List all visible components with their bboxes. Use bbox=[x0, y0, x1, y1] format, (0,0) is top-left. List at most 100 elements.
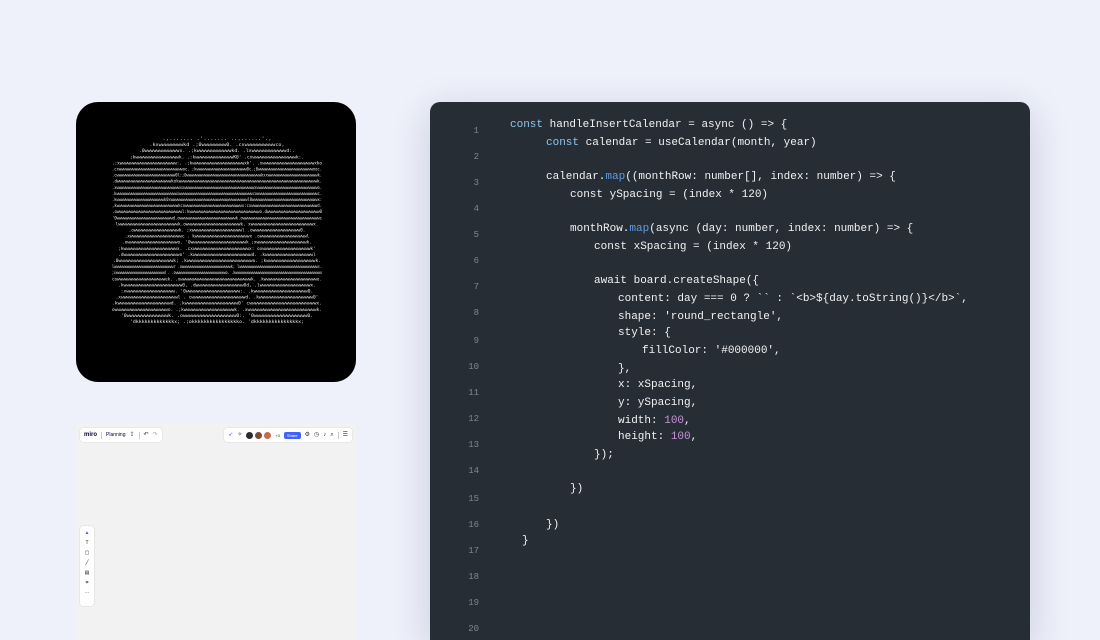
ascii-art-line: .cxwwwwwwwwwwwwwwwwwwwwwwwwwwwwoc. ;kwww… bbox=[112, 167, 322, 173]
ascii-art-line: 'dkkkkkkkkkkkkkx; .;okkkkkkkkkkkkkkkko. … bbox=[130, 319, 304, 325]
more-tools-icon[interactable]: ⋯ bbox=[85, 589, 90, 597]
ascii-art-line: .kwwwwwwwwwwwwwwwwwwwwwwwwwwwwxwwwwwwwww… bbox=[112, 191, 322, 197]
ascii-art-line: .kwwwwwwwwwwwwwwwwwwwwww0, .dwwwwwwwwwww… bbox=[118, 282, 316, 288]
ascii-art-line: '0wwwwwwwwwwwwwwwwwwwwwwwwd.owwwwwwwwwww… bbox=[112, 215, 322, 221]
ascii-art-line: .dwwwwwwwwwwwwwwwwwwwwwo' .kwwwwwwwwwwww… bbox=[118, 252, 316, 258]
code-line: shape: 'round_rectangle', bbox=[618, 311, 784, 323]
code-line: }) bbox=[570, 483, 584, 495]
code-method: map bbox=[629, 223, 650, 235]
ascii-art-image: .,....... .'....... ..,......'.,.kxwwwww… bbox=[112, 136, 322, 325]
miro-top-bar: miro Planning ⇪ ↶ ↷ ➶ ✧ +3 Share ⚙ ◷ ♪ ⌕… bbox=[80, 428, 352, 442]
search-icon[interactable]: ⌕ bbox=[330, 432, 333, 438]
ascii-art-line: lwwwwwwwwwwwwwwwwwwwwwwwwwwwwr .owwwwwww… bbox=[112, 264, 322, 270]
ascii-art-line: .owwwwwwwwwwwwwwwwwwwo. '0wwwwwwwwwwwwww… bbox=[122, 240, 312, 246]
ascii-art-line: owwwwwwwwwwwwwwwwwwwwo. .;kwwwwwwwwwwwww… bbox=[112, 307, 322, 313]
code-editor: 1 2 3 4 5 6 7 8 9 10 11 12 13 14 15 16 1… bbox=[430, 102, 1030, 640]
miro-logo[interactable]: miro bbox=[84, 432, 97, 438]
ascii-art-line: .:xwwwwwwwwwwwwwwwwwwwwww:. .;kwwwwwwwww… bbox=[112, 160, 322, 166]
miro-board-preview: miro Planning ⇪ ↶ ↷ ➶ ✧ +3 Share ⚙ ◷ ♪ ⌕… bbox=[76, 424, 356, 640]
grid-tool-icon[interactable]: ⌗ bbox=[86, 579, 89, 587]
ascii-art-line: .kwwwwwwwwwwwwwwwwwwwwwk0xwwwwwwwwwwwwww… bbox=[112, 197, 322, 203]
bell-icon[interactable]: ♪ bbox=[323, 432, 326, 438]
code-line: }) bbox=[546, 519, 560, 531]
code-line: }, bbox=[618, 363, 632, 375]
miro-left-toolbar: miro Planning ⇪ ↶ ↷ bbox=[80, 428, 162, 442]
share-button[interactable]: Share bbox=[283, 431, 301, 439]
code-line: const ySpacing = (index * 120) bbox=[570, 189, 769, 201]
code-text: , bbox=[690, 431, 698, 443]
code-line: height: 100, bbox=[618, 430, 697, 444]
ascii-art-line: .0wwwwwwwwwwwwwwwwwwwwk; .kwwwwwwwwwwwww… bbox=[113, 258, 321, 264]
avatar[interactable] bbox=[264, 431, 272, 439]
code-line: const calendar = useCalendar(month, year… bbox=[546, 136, 817, 150]
ascii-art-line: .0wwwwwwwwwwwwx. .;kwwwwwwwwwwwwkd. .lxw… bbox=[139, 148, 295, 154]
code-text: handleInsertCalendar = async () => { bbox=[543, 119, 788, 131]
ascii-art-line: .xwwwwwwwwwwwwwwwwwwwwc . kwwwwwwwwwwwww… bbox=[125, 234, 310, 240]
ascii-art-line: ;kwwwwwwwwwwwwwwwwk. .:kwwwwwwwwwwwwwwK0… bbox=[130, 154, 304, 160]
code-text: height: bbox=[618, 431, 671, 443]
ascii-art-line: .kxwwwwwwwwkd .;0wwwwwwww0. .cxwwwwwwwww… bbox=[149, 142, 284, 148]
timer-icon[interactable]: ◷ bbox=[314, 432, 319, 438]
ascii-art-line: ;kwwwwwwwwwwwwwwwwwwwwx. .cxwwwwwwwwwwww… bbox=[118, 246, 316, 252]
code-line: fillColor: '#000000', bbox=[642, 345, 781, 357]
code-line: const handleInsertCalendar = async () =>… bbox=[510, 118, 787, 132]
ascii-art-card: .,....... .'....... ..,......'., .kxwwwww… bbox=[76, 102, 356, 382]
ascii-art-line: :xwwwwwwwwwwwwwwwwww. '0wwwwwwwwwwwwwwww… bbox=[121, 289, 313, 295]
code-line: content: day === 0 ? `` : `<b>${day.toSt… bbox=[618, 293, 968, 305]
text-tool-icon[interactable]: T bbox=[85, 539, 88, 547]
settings-icon[interactable]: ⚙ bbox=[305, 432, 310, 438]
ascii-art-line: lwwwwwwwwwwwwwwwwwwwwwwwk.owwwwwwwwwwwww… bbox=[116, 221, 319, 227]
divider bbox=[337, 431, 339, 439]
code-line: }); bbox=[594, 449, 614, 461]
menu-icon[interactable]: ☰ bbox=[343, 432, 348, 438]
ascii-art-line: cowwwwwwwwwwwwwwwwwwwek. .xwwwwwwwwwwwww… bbox=[112, 276, 322, 282]
ascii-art-line: '0wwwwwwwwwwwwwwk. .owwwwwwwwwwwwwwwwww0… bbox=[121, 313, 313, 319]
ascii-art-line: .owwwwwwwwwwwwwwwwwk. ;xwwwwwwwwwwwwwwww… bbox=[129, 228, 306, 234]
ascii-art-line: .dwwwwwwwwwwwwwwwwwwwwwwkokwwwwwwwwwwwww… bbox=[112, 179, 322, 185]
code-keyword: const bbox=[510, 119, 544, 131]
board-name[interactable]: Planning bbox=[106, 432, 125, 438]
pen-tool-icon[interactable]: ╱ bbox=[85, 559, 88, 567]
avatar[interactable] bbox=[255, 431, 263, 439]
divider bbox=[138, 431, 140, 439]
ascii-art-line: ;xwwwwwwwwwwwwwwwwwwwwwwwwwd . .owwwwwww… bbox=[112, 270, 322, 276]
collaborator-count: +3 bbox=[275, 432, 280, 438]
ascii-art-line: .kwwwwwwwwwwwwwwwwwwwd. .kwwwwwwwwwwwwww… bbox=[112, 301, 322, 307]
code-area[interactable]: const handleInsertCalendar = async () =>… bbox=[430, 102, 1030, 640]
code-line: calendar.map((monthRow: number[], index:… bbox=[546, 170, 896, 184]
select-tool-icon[interactable]: ▲ bbox=[85, 529, 90, 537]
undo-icon[interactable]: ↶ bbox=[144, 432, 149, 438]
avatar[interactable] bbox=[246, 431, 254, 439]
code-text: calendar. bbox=[546, 171, 606, 183]
code-line: y: ySpacing, bbox=[618, 397, 698, 409]
sticky-note-tool-icon[interactable]: ▢ bbox=[85, 549, 90, 557]
upload-icon[interactable]: ⇪ bbox=[129, 432, 134, 438]
frame-tool-icon[interactable]: ▤ bbox=[85, 569, 90, 577]
code-line: x: xSpacing, bbox=[618, 379, 698, 391]
code-text: ((monthRow: number[], index: number) => … bbox=[625, 171, 896, 183]
code-keyword: const bbox=[546, 137, 580, 149]
code-text: calendar = useCalendar(month, year) bbox=[579, 137, 817, 149]
code-number: 100 bbox=[670, 431, 691, 443]
miro-right-toolbar: ➶ ✧ +3 Share ⚙ ◷ ♪ ⌕ ☰ bbox=[224, 428, 352, 442]
divider bbox=[101, 431, 103, 439]
ascii-art-line: .cwwwwwwwwwwwwwwwwwwwwwwwwww0l:;0wwwwwww… bbox=[112, 173, 322, 179]
redo-icon[interactable]: ↷ bbox=[153, 432, 158, 438]
code-text: , bbox=[684, 415, 691, 427]
code-line: style: { bbox=[618, 327, 671, 339]
code-line: await board.createShape({ bbox=[594, 275, 760, 287]
ascii-art-line: .owwwwwwwwwwwwwwwwwwwwwwwwwwl:kwwwwwwwww… bbox=[112, 209, 322, 215]
code-text: width: bbox=[618, 415, 665, 427]
code-line: const xSpacing = (index * 120) bbox=[594, 241, 793, 253]
code-text: (async (day: number, index: number) => { bbox=[649, 223, 914, 235]
ascii-art-line: .xwwwwwwwwwwwwwwwwwwwwwl . cwwwwwwwwwwww… bbox=[116, 295, 319, 301]
cursor-icon[interactable]: ➶ bbox=[228, 432, 233, 438]
code-line: } bbox=[522, 535, 529, 547]
ascii-art-line: .xwwwwwwwwwwwwwwwwwwwwwwwwwwwwxxwwwwwwww… bbox=[112, 186, 322, 191]
ascii-art-line: .,....... .'....... ..,......'., bbox=[162, 136, 271, 142]
code-text: monthRow. bbox=[570, 223, 630, 235]
code-line: width: 100, bbox=[618, 414, 691, 428]
code-number: 100 bbox=[664, 415, 685, 427]
miro-tool-palette: ▲ T ▢ ╱ ▤ ⌗ ⋯ bbox=[80, 526, 94, 606]
reaction-icon[interactable]: ✧ bbox=[237, 432, 242, 438]
